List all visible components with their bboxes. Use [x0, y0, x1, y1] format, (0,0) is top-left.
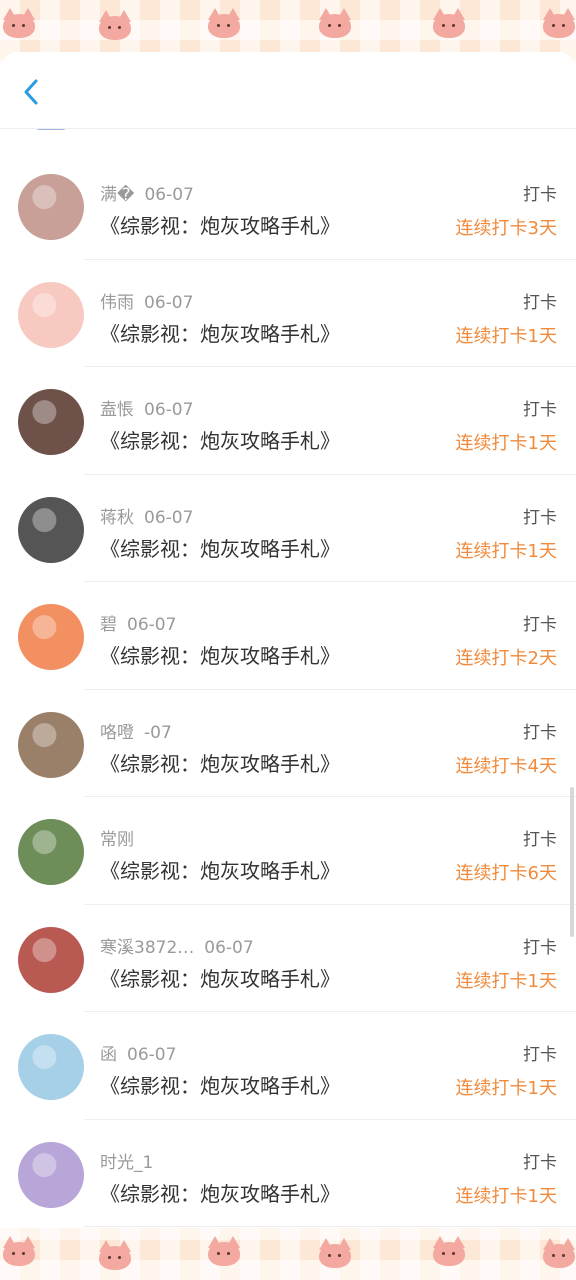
- checkin-date: 06-07: [127, 1045, 177, 1065]
- cat-face-icon: [430, 8, 468, 38]
- chevron-left-icon: [24, 79, 38, 105]
- cat-face-icon: [316, 1238, 354, 1268]
- checkin-tag: 打卡: [523, 830, 557, 850]
- cat-face-icon: [205, 1236, 243, 1266]
- avatar[interactable]: [18, 926, 84, 993]
- streak-label: 连续打卡2天: [455, 648, 557, 669]
- avatar[interactable]: [18, 389, 84, 455]
- header-bar: [0, 52, 576, 129]
- user-name: 蒋秋 06-07: [100, 503, 193, 528]
- checkin-tag: 打卡: [523, 507, 557, 528]
- cat-face-icon: [0, 8, 38, 38]
- avatar[interactable]: [18, 281, 84, 348]
- user-name-text: 碧: [100, 615, 117, 635]
- book-title[interactable]: 《综影视：炮灰攻略手札》: [100, 210, 340, 239]
- checkin-tag: 打卡: [523, 615, 557, 635]
- list-item[interactable]: 满� 06-07 《综影视：炮灰攻略手札》 打卡连续打卡3天: [0, 152, 576, 260]
- list-item[interactable]: 咯噔 -07 《综影视：炮灰攻略手札》 打卡连续打卡4天: [0, 690, 576, 798]
- list-item[interactable]: 盍悵 06-07 《综影视：炮灰攻略手札》 打卡连续打卡1天: [0, 367, 576, 475]
- user-name: 满� 06-07: [100, 180, 194, 205]
- checkin-panel: 满� 06-07 《综影视：炮灰攻略手札》 打卡 连续打卡3天 伟雨 06-07 《综影视：炮…: [0, 52, 576, 1228]
- list-item[interactable]: 常刚《综影视：炮灰攻略手札》 打卡连续打卡6天: [0, 797, 576, 905]
- user-name: 寒溪3872… 06-07: [100, 933, 254, 958]
- checkin-list: 满� 06-07 《综影视：炮灰攻略手札》 打卡 连续打卡3天 伟雨 06-07 《综影视：炮…: [0, 152, 576, 1227]
- avatar[interactable]: [18, 174, 84, 240]
- avatar[interactable]: [18, 1141, 84, 1208]
- user-name: 伟雨 06-07: [100, 288, 193, 313]
- list-item[interactable]: 碧 06-07 《综影视：炮灰攻略手札》 打卡连续打卡2天: [0, 582, 576, 690]
- user-name-text: 伟雨: [100, 292, 134, 313]
- user-name-text: 函: [100, 1045, 117, 1065]
- cat-face-icon: [430, 1236, 468, 1266]
- checkin-tag: 打卡: [523, 1152, 557, 1173]
- streak-label: 连续打卡1天: [455, 540, 557, 562]
- list-item[interactable]: 蒋秋 06-07 《综影视：炮灰攻略手札》 打卡连续打卡1天: [0, 475, 576, 583]
- list-item[interactable]: 时光_1 《综影视：炮灰攻略手札》 打卡连续打卡1天: [0, 1120, 576, 1228]
- user-name: 盍悵 06-07: [100, 395, 193, 420]
- streak-label: 连续打卡1天: [455, 325, 557, 347]
- book-title[interactable]: 《综影视：炮灰攻略手札》: [100, 1070, 340, 1099]
- user-name-text: 时光_1: [100, 1152, 154, 1173]
- user-name: 时光_1: [100, 1148, 163, 1173]
- user-name-text: 咯噔: [100, 722, 134, 743]
- user-name-text: 蒋秋: [100, 507, 134, 528]
- streak-label: 连续打卡1天: [455, 970, 557, 992]
- checkin-date: -07: [144, 722, 172, 743]
- cat-face-icon: [0, 1236, 38, 1266]
- streak-label: 连续打卡1天: [455, 1078, 557, 1099]
- streak-label: 连续打卡4天: [455, 755, 557, 777]
- list-item[interactable]: 函 06-07 《综影视：炮灰攻略手札》 打卡连续打卡1天: [0, 1012, 576, 1120]
- back-button[interactable]: [16, 76, 48, 108]
- avatar[interactable]: [18, 711, 84, 778]
- cat-face-icon: [316, 8, 354, 38]
- checkin-date: 06-07: [144, 507, 194, 528]
- streak-label: 连续打卡6天: [455, 863, 557, 884]
- cat-face-icon: [205, 8, 243, 38]
- avatar[interactable]: [18, 496, 84, 563]
- book-title[interactable]: 《综影视：炮灰攻略手札》: [100, 748, 340, 777]
- checkin-tag: 打卡: [523, 292, 557, 313]
- user-name-text: 常刚: [100, 830, 134, 850]
- avatar[interactable]: [18, 1034, 84, 1100]
- book-title[interactable]: 《综影视：炮灰攻略手札》: [100, 855, 340, 884]
- cat-face-icon: [96, 1240, 134, 1270]
- user-name-text: 满�: [100, 185, 135, 205]
- cat-face-icon: [540, 1238, 576, 1268]
- avatar[interactable]: [18, 604, 84, 670]
- checkin-tag: 打卡: [523, 722, 557, 743]
- checkin-date: 06-07: [204, 937, 254, 958]
- list-item[interactable]: 寒溪3872… 06-07 《综影视：炮灰攻略手札》 打卡连续打卡1天: [0, 905, 576, 1013]
- checkin-tag: 打卡: [523, 185, 557, 205]
- cat-face-icon: [96, 10, 134, 40]
- checkin-tag: 打卡: [523, 937, 557, 958]
- checkin-date: 06-07: [144, 400, 194, 420]
- book-title[interactable]: 《综影视：炮灰攻略手札》: [100, 318, 340, 347]
- checkin-tag: 打卡: [523, 400, 557, 420]
- book-title[interactable]: 《综影视：炮灰攻略手札》: [100, 640, 340, 669]
- list-item[interactable]: 伟雨 06-07 《综影视：炮灰攻略手札》 打卡连续打卡1天: [0, 260, 576, 368]
- cat-face-icon: [540, 8, 576, 38]
- user-name: 函 06-07: [100, 1040, 176, 1065]
- book-title[interactable]: 《综影视：炮灰攻略手札》: [100, 533, 340, 562]
- user-name: 咯噔 -07: [100, 718, 172, 743]
- streak-label: 连续打卡1天: [455, 433, 557, 454]
- scrollbar[interactable]: [570, 787, 574, 937]
- user-name: 常刚: [100, 825, 144, 850]
- user-name-text: 盍悵: [100, 400, 134, 420]
- checkin-date: 06-07: [127, 615, 177, 635]
- streak-label: 连续打卡3天: [455, 218, 557, 239]
- checkin-date: 06-07: [144, 185, 194, 205]
- streak-label: 连续打卡1天: [455, 1185, 557, 1207]
- checkin-tag: 打卡: [523, 1045, 557, 1065]
- user-name: 碧 06-07: [100, 610, 176, 635]
- user-name-text: 寒溪3872…: [100, 937, 195, 958]
- book-title[interactable]: 《综影视：炮灰攻略手札》: [100, 1178, 340, 1207]
- book-title[interactable]: 《综影视：炮灰攻略手札》: [100, 425, 340, 454]
- avatar[interactable]: [18, 819, 84, 885]
- book-title[interactable]: 《综影视：炮灰攻略手札》: [100, 963, 340, 992]
- checkin-date: 06-07: [144, 292, 194, 313]
